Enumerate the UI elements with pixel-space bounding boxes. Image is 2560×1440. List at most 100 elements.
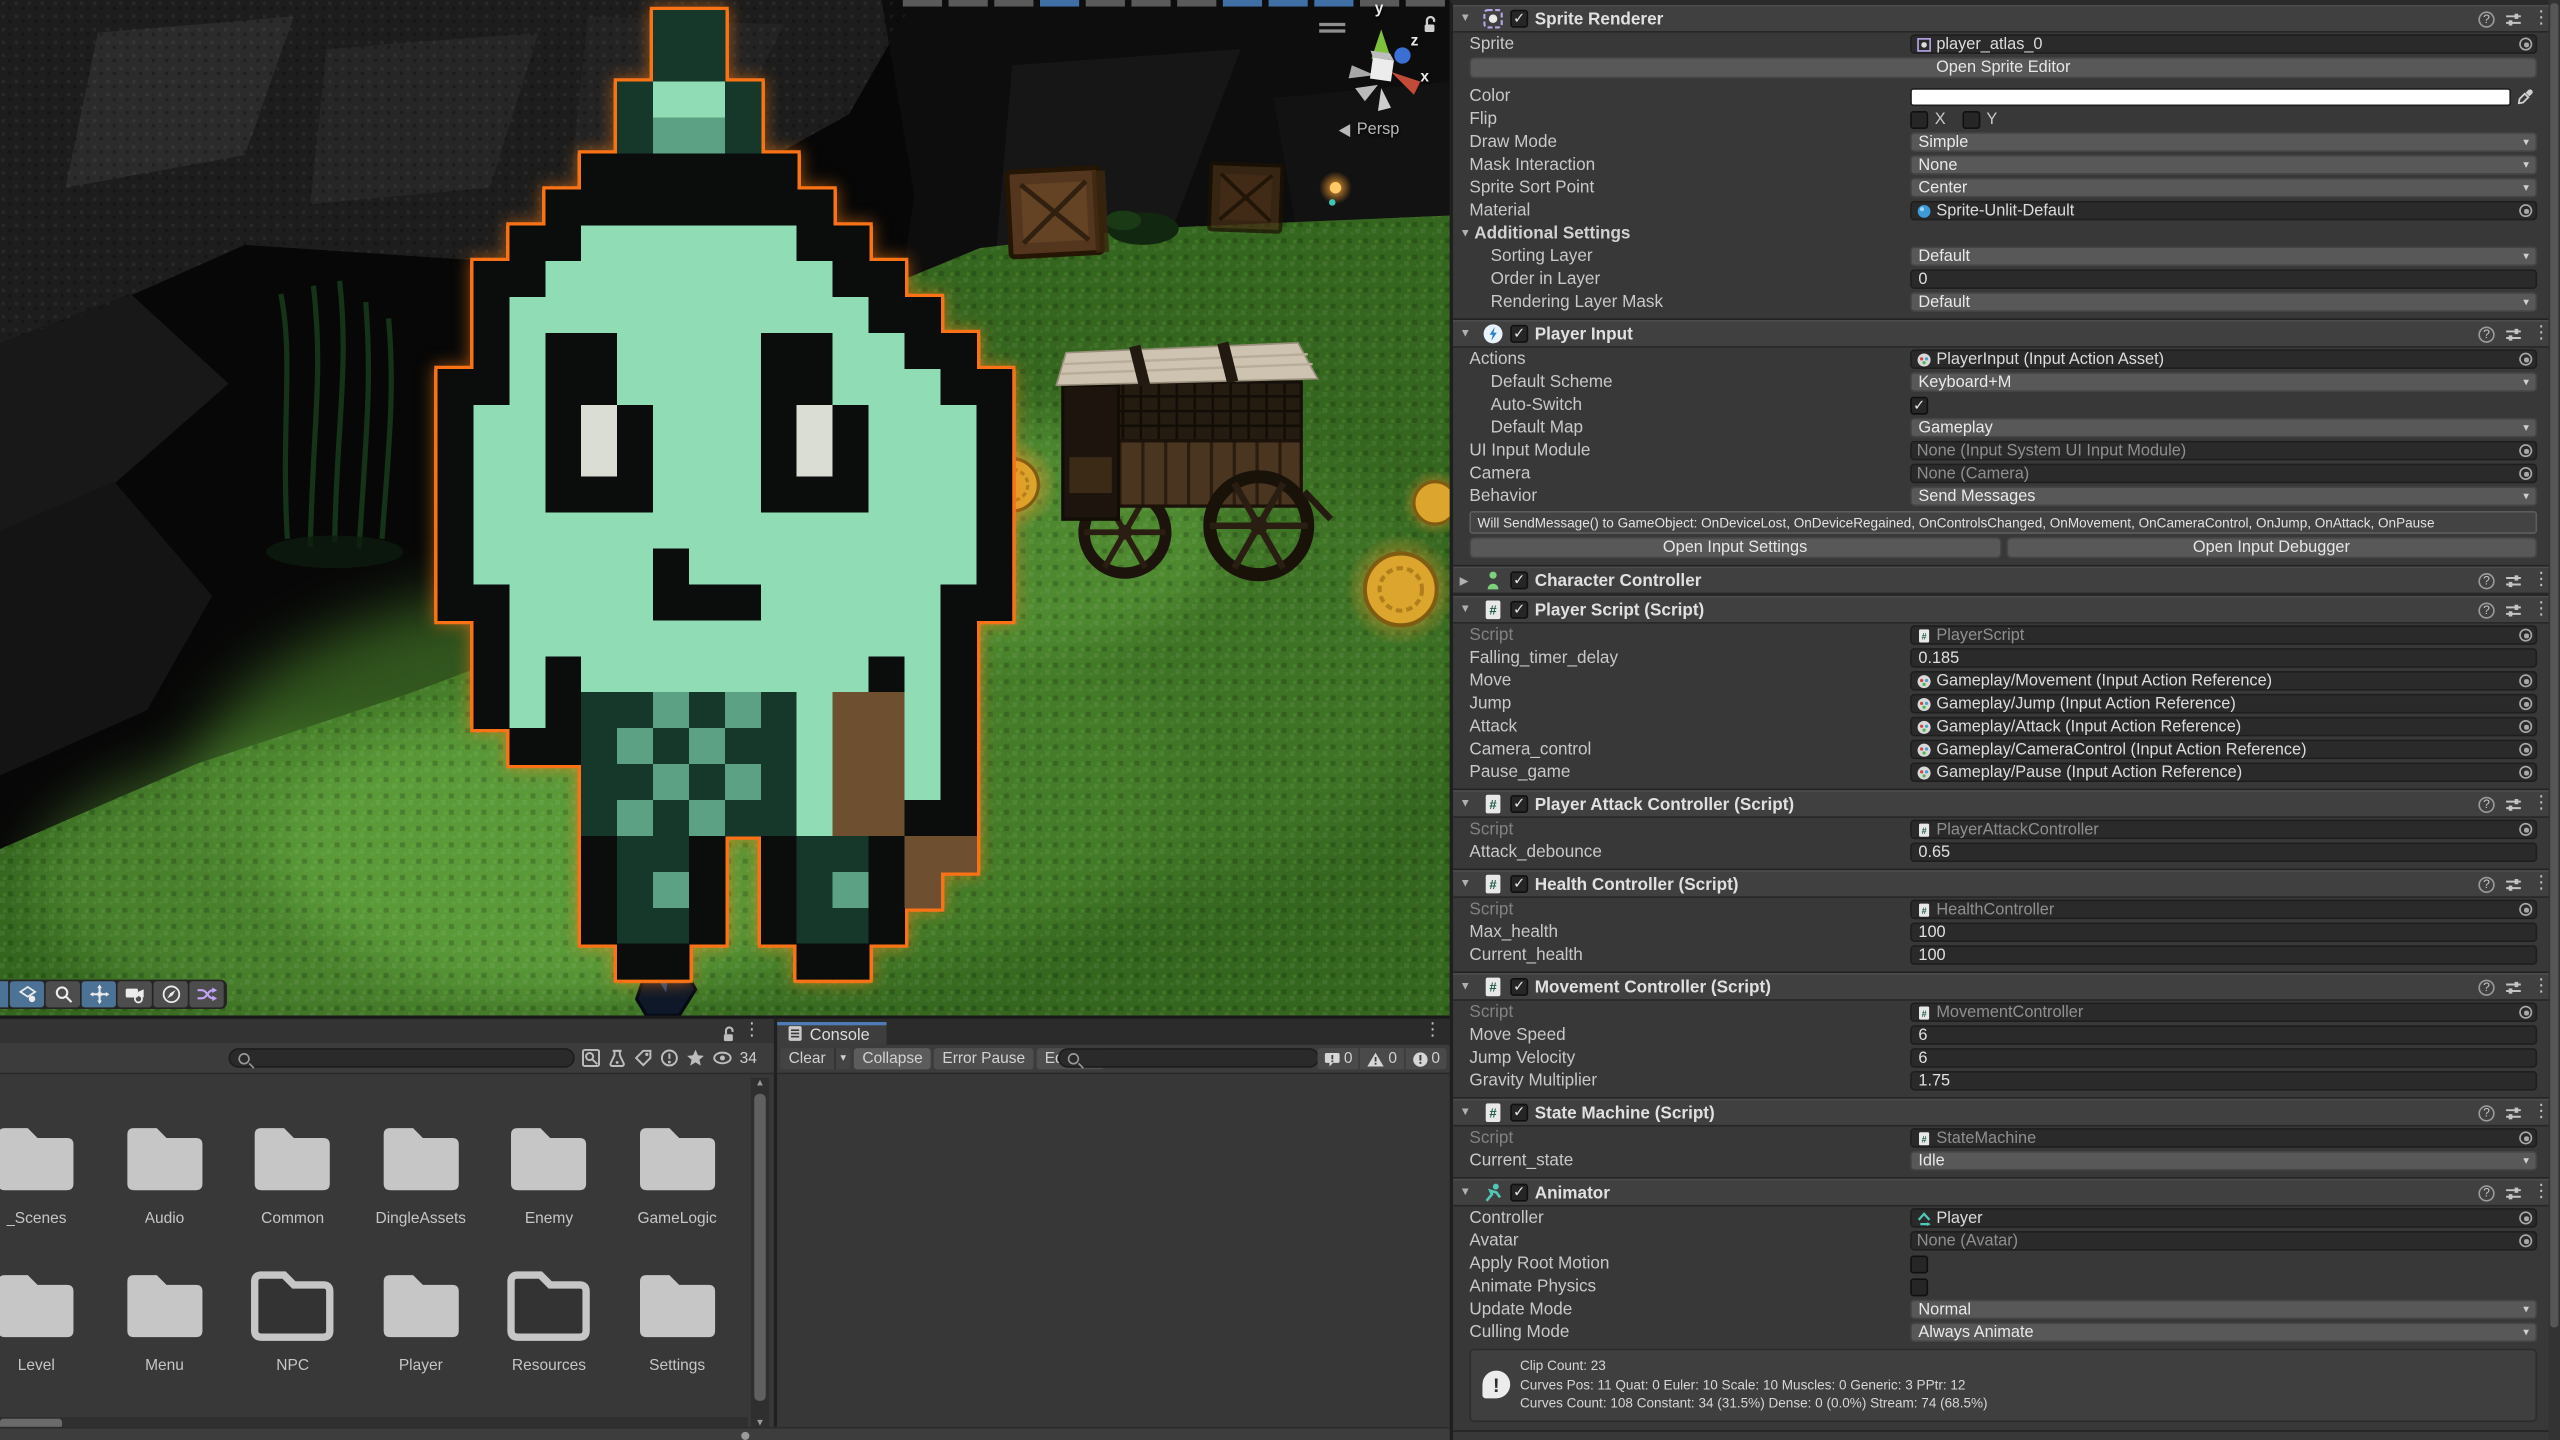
component-header-health-controller-script[interactable]: ▼#✓Health Controller (Script)?⋮ [1453, 870, 2560, 898]
object-picker-icon[interactable] [2519, 1131, 2532, 1144]
gravity-multiplier-input[interactable]: 1.75 [1910, 1071, 2537, 1091]
attack-object-field[interactable]: Gameplay/Attack (Input Action Reference) [1910, 716, 2537, 736]
folder-audio[interactable]: Audio [100, 1120, 228, 1267]
perspective-toggle[interactable]: Persp [1339, 121, 1400, 139]
script-object-field[interactable]: #PlayerScript [1910, 625, 2537, 645]
console-log-area[interactable] [777, 1076, 1450, 1427]
component-menu-icon[interactable]: ⋮ [2532, 978, 2550, 996]
script-object-field[interactable]: #MovementController [1910, 1002, 2537, 1022]
object-picker-icon[interactable] [2519, 629, 2532, 642]
component-menu-icon[interactable]: ⋮ [2532, 325, 2550, 343]
component-menu-icon[interactable]: ⋮ [2532, 571, 2550, 589]
object-picker-icon[interactable] [2519, 1211, 2532, 1224]
scene-view[interactable]: y z x Persp [0, 0, 1450, 1016]
project-horizontal-scrollbar[interactable] [0, 1417, 748, 1427]
mask-interaction-dropdown[interactable]: None▾ [1910, 155, 2537, 175]
foldout-expanded-icon[interactable]: ▼ [1460, 604, 1475, 615]
camera-object-field[interactable]: None (Camera) [1910, 463, 2537, 483]
info-count-toggle[interactable]: 0 [1318, 1048, 1359, 1069]
axis-label-y[interactable]: y [1375, 0, 1384, 18]
foldout-expanded-icon[interactable]: ▼ [1460, 798, 1475, 809]
window-tab-segment[interactable] [1177, 0, 1216, 7]
open-sprite-editor-button[interactable]: Open Sprite Editor [1469, 57, 2537, 78]
component-enabled-checkbox[interactable]: ✓ [1510, 1184, 1528, 1202]
foldout-expanded-icon[interactable]: ▼ [1460, 878, 1475, 889]
jump-velocity-input[interactable]: 6 [1910, 1048, 2537, 1068]
object-picker-icon[interactable] [2519, 204, 2532, 217]
material-object-field[interactable]: Sprite-Unlit-Default [1910, 200, 2537, 220]
script-object-field[interactable]: #PlayerAttackController [1910, 819, 2537, 839]
apply-root-motion-checkbox[interactable] [1910, 1255, 1928, 1273]
window-tab-segment[interactable] [903, 0, 942, 7]
scroll-down-icon[interactable]: ▼ [751, 1417, 769, 1427]
object-picker-icon[interactable] [2519, 743, 2532, 756]
folder-level[interactable]: Level [0, 1267, 100, 1414]
max-health-input[interactable]: 100 [1910, 922, 2537, 942]
search-window-icon[interactable] [581, 1048, 601, 1068]
player-sprite[interactable] [438, 10, 1013, 980]
view-tool-button[interactable] [10, 981, 44, 1007]
component-menu-icon[interactable]: ⋮ [2532, 795, 2550, 813]
open-input-settings-button[interactable]: Open Input Settings [1469, 537, 2000, 558]
component-enabled-checkbox[interactable]: ✓ [1510, 325, 1528, 343]
foldout-expanded-icon[interactable]: ▼ [1460, 1187, 1475, 1198]
current-health-input[interactable]: 100 [1910, 945, 2537, 965]
folder-menu[interactable]: Menu [100, 1267, 228, 1414]
filter-label-icon[interactable] [633, 1048, 653, 1068]
foldout-expanded-icon[interactable]: ▼ [1460, 228, 1475, 239]
attack-debounce-input[interactable]: 0.65 [1910, 842, 2537, 862]
tab-console[interactable]: Console [777, 1022, 886, 1045]
move-object-field[interactable]: Gameplay/Movement (Input Action Referenc… [1910, 671, 2537, 691]
presets-icon[interactable] [2504, 602, 2522, 618]
object-picker-icon[interactable] [2519, 444, 2532, 457]
folder-enemy[interactable]: Enemy [485, 1120, 613, 1267]
scene-orientation-gizmo[interactable]: y z x Persp [1306, 3, 1450, 160]
component-header-player-attack-controller-script[interactable]: ▼#✓Player Attack Controller (Script)?⋮ [1453, 790, 2560, 818]
window-tab-segment[interactable] [1223, 0, 1262, 7]
window-tab-segment[interactable] [949, 0, 988, 7]
presets-icon[interactable] [2504, 796, 2522, 812]
move-tool-button[interactable] [82, 981, 116, 1007]
component-header-player-script-script[interactable]: ▼#✓Player Script (Script)?⋮ [1453, 596, 2560, 624]
folder-gamelogic[interactable]: GameLogic [613, 1120, 741, 1267]
scroll-up-icon[interactable]: ▲ [751, 1078, 769, 1091]
favorites-star-icon[interactable] [686, 1048, 706, 1068]
object-picker-icon[interactable] [2519, 720, 2532, 733]
avatar-object-field[interactable]: None (Avatar) [1910, 1231, 2537, 1251]
error-pause-toggle[interactable]: Error Pause [934, 1048, 1033, 1069]
color-swatch[interactable] [1910, 87, 2511, 105]
help-icon[interactable]: ? [2478, 602, 2494, 618]
folder-scenes[interactable]: _Scenes [0, 1120, 100, 1267]
jump-object-field[interactable]: Gameplay/Jump (Input Action Reference) [1910, 693, 2537, 713]
foldout-expanded-icon[interactable]: ▼ [1460, 981, 1475, 992]
window-tab-segment[interactable] [994, 0, 1033, 7]
shuffle-tool-button[interactable] [189, 981, 223, 1007]
script-object-field[interactable]: #HealthController [1910, 899, 2537, 919]
component-enabled-checkbox[interactable]: ✓ [1510, 978, 1528, 996]
object-picker-icon[interactable] [2519, 766, 2532, 779]
help-icon[interactable]: ? [2478, 572, 2494, 588]
current-state-dropdown[interactable]: Idle▾ [1910, 1151, 2537, 1171]
component-enabled-checkbox[interactable]: ✓ [1510, 601, 1528, 619]
update-mode-dropdown[interactable]: Normal▾ [1910, 1299, 2537, 1319]
script-object-field[interactable]: #StateMachine [1910, 1128, 2537, 1148]
flip-x-checkbox[interactable] [1910, 110, 1928, 128]
order-in-layer-input[interactable]: 0 [1910, 269, 2537, 289]
project-vertical-scrollbar[interactable]: ▲ ▼ [751, 1078, 769, 1427]
component-enabled-checkbox[interactable]: ✓ [1510, 795, 1528, 813]
object-picker-icon[interactable] [2519, 1006, 2532, 1019]
folder-resources[interactable]: Resources [485, 1267, 613, 1414]
compass-tool-button[interactable] [153, 981, 187, 1007]
object-picker-icon[interactable] [2519, 1234, 2532, 1247]
hidden-packages-eye-icon[interactable] [712, 1048, 733, 1068]
component-menu-icon[interactable]: ⋮ [2532, 1104, 2550, 1122]
camera-tool-button[interactable] [118, 981, 152, 1007]
object-picker-icon[interactable] [2519, 903, 2532, 916]
component-menu-icon[interactable]: ⋮ [2532, 1184, 2550, 1202]
component-header-player-input[interactable]: ▼✓Player Input?⋮ [1453, 320, 2560, 348]
animate-physics-checkbox[interactable] [1910, 1278, 1928, 1296]
ui-input-module-object-field[interactable]: None (Input System UI Input Module) [1910, 440, 2537, 460]
component-menu-icon[interactable]: ⋮ [2532, 10, 2550, 28]
foldout-expanded-icon[interactable]: ▼ [1460, 328, 1475, 339]
component-enabled-checkbox[interactable]: ✓ [1510, 10, 1528, 28]
